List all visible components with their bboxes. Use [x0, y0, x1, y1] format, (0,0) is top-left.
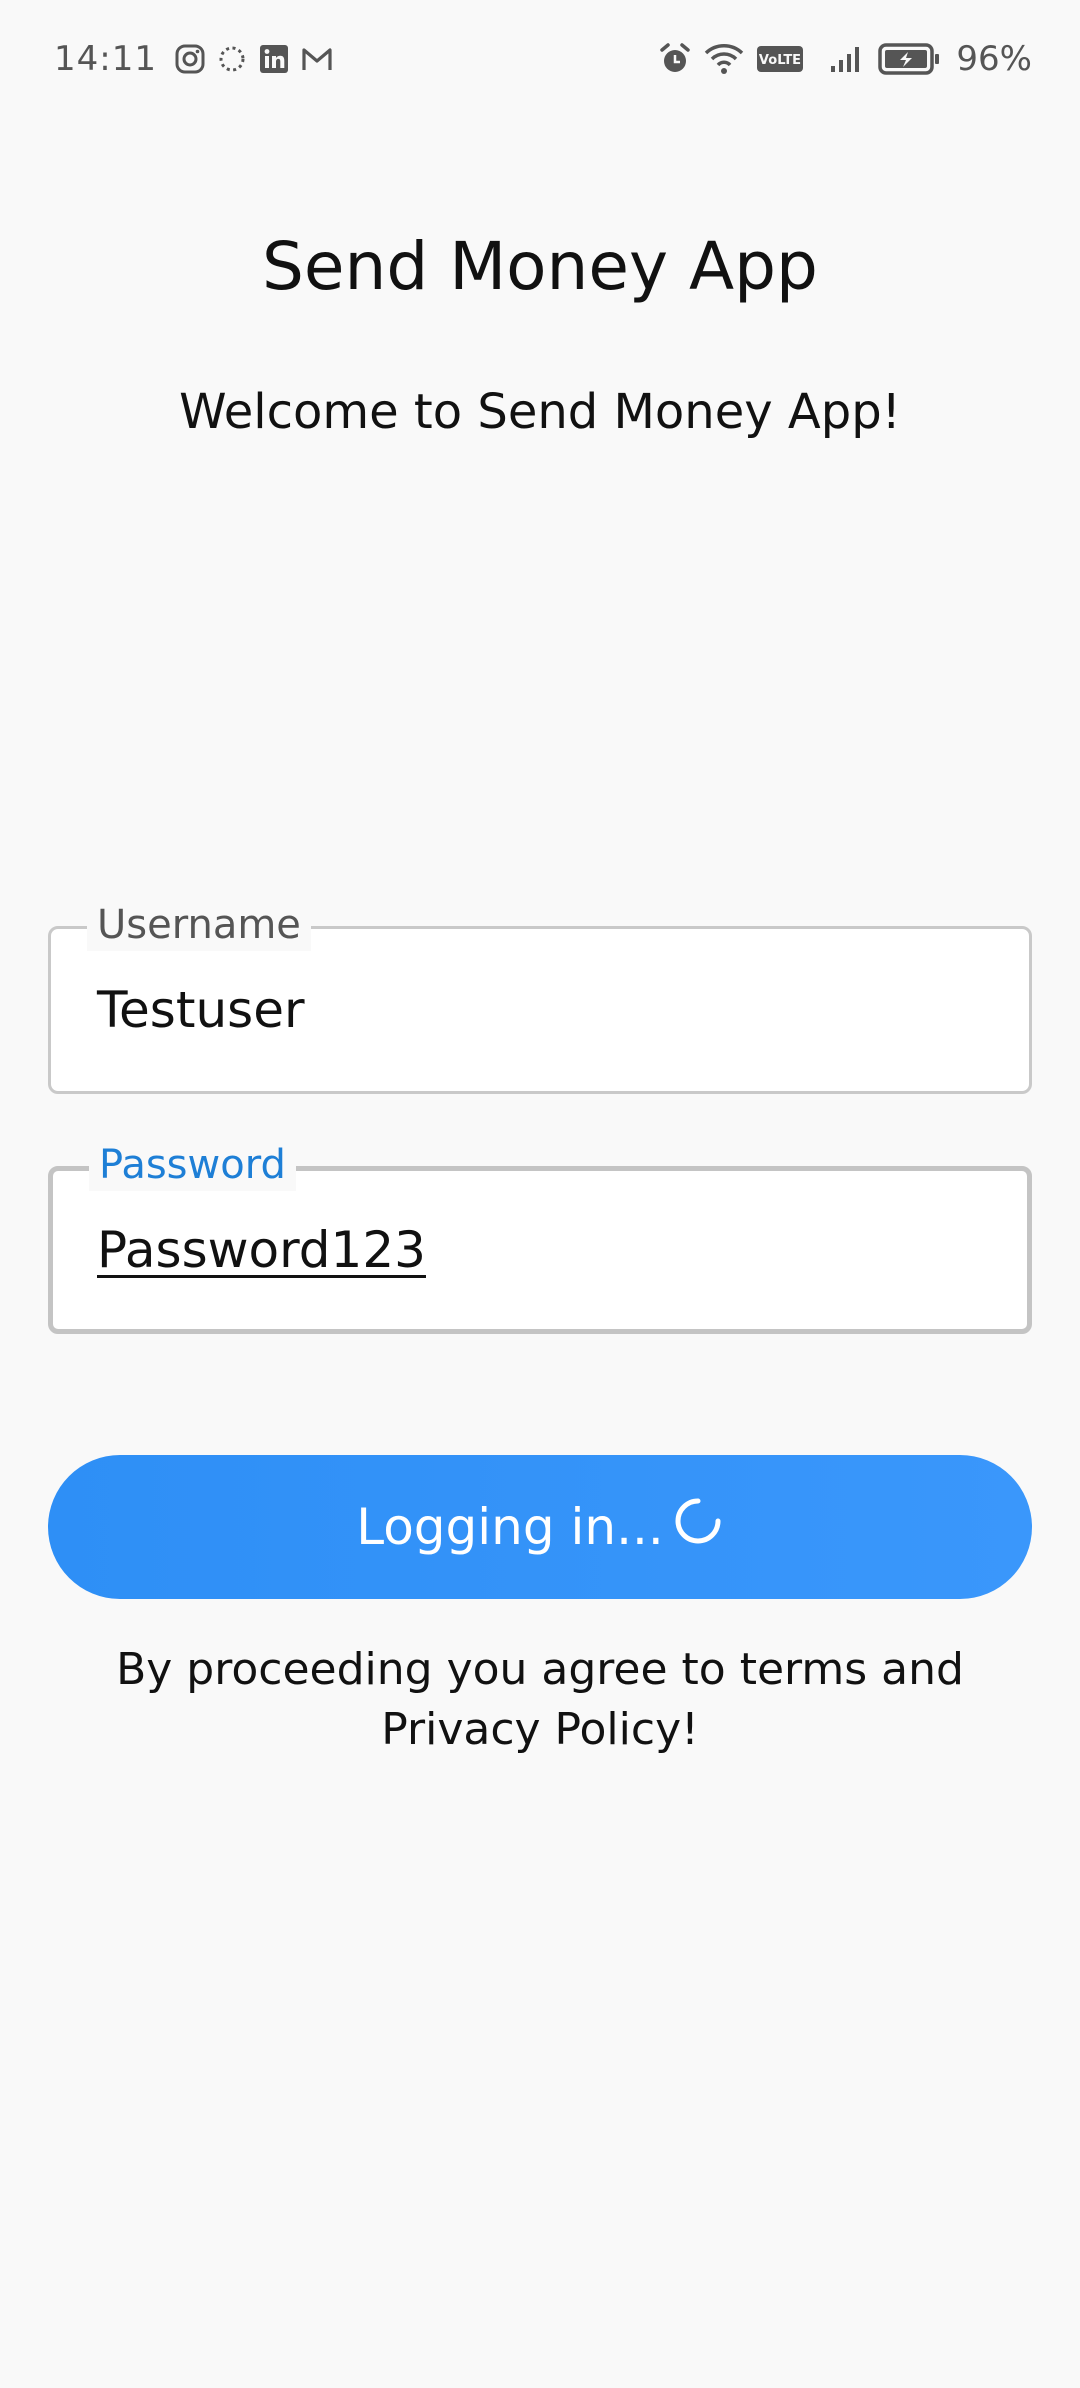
status-bar-right: VoLTE 96% — [658, 39, 1032, 79]
svg-text:VoLTE: VoLTE — [759, 53, 801, 68]
volte-icon: VoLTE — [756, 44, 804, 74]
spinner-icon — [675, 1498, 721, 1544]
password-label: Password — [89, 1139, 296, 1191]
status-time: 14:11 — [54, 39, 157, 79]
username-label: Username — [87, 899, 311, 951]
linkedin-icon — [259, 44, 289, 74]
username-input[interactable]: Testuser — [97, 981, 305, 1039]
instagram-icon — [175, 44, 205, 74]
loading-circle-icon — [217, 44, 247, 74]
welcome-text: Welcome to Send Money App! — [179, 384, 901, 440]
password-input[interactable]: Password123 — [97, 1221, 426, 1279]
battery-icon — [878, 43, 940, 75]
wifi-icon — [704, 42, 744, 76]
login-button[interactable]: Logging in... — [48, 1455, 1032, 1599]
page-title: Send Money App — [262, 228, 818, 305]
login-button-label: Logging in... — [356, 1498, 664, 1556]
password-field[interactable]: Password Password123 — [48, 1139, 1032, 1334]
terms-text: By proceeding you agree to terms and Pri… — [116, 1644, 964, 1755]
signal-icon — [830, 44, 866, 74]
status-bar: 14:11 VoLTE 96% — [0, 0, 1080, 118]
login-screen: 14:11 VoLTE 96% Send Money App Welcome t… — [0, 0, 1080, 2388]
status-bar-left: 14:11 — [54, 39, 333, 79]
username-field[interactable]: Username Testuser — [48, 899, 1032, 1094]
gmail-icon — [301, 45, 333, 73]
alarm-icon — [658, 42, 692, 76]
battery-percentage: 96% — [956, 39, 1032, 79]
